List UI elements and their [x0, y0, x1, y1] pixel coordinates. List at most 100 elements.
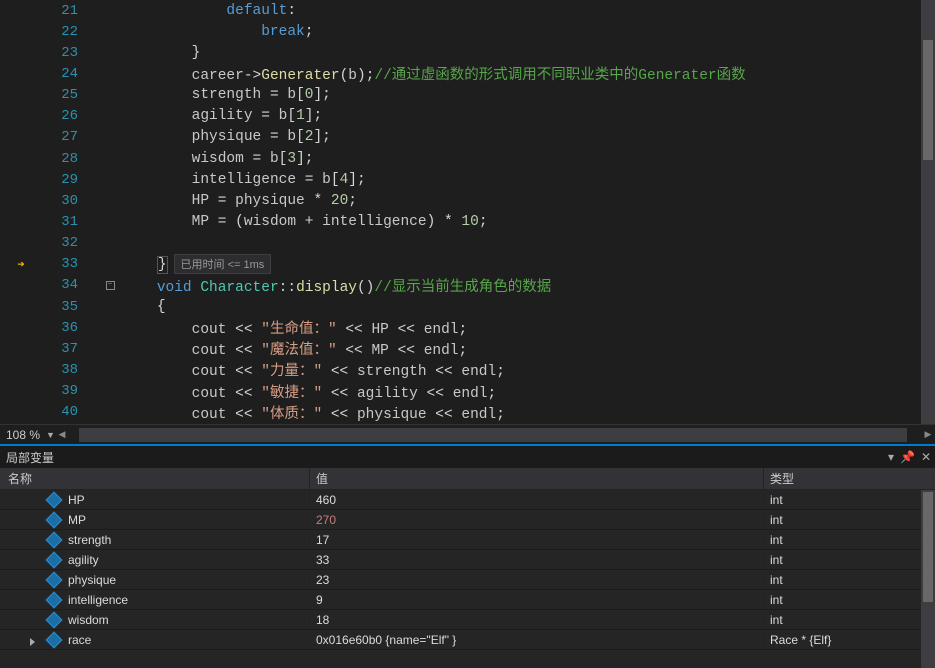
- editor-status-bar: 108 % ▼ ◀ ▶: [0, 424, 935, 444]
- code-text[interactable]: }已用时间 <= 1ms: [118, 254, 271, 274]
- code-text[interactable]: strength = b[0];: [118, 87, 331, 103]
- hscroll-right-icon[interactable]: ▶: [921, 428, 935, 442]
- code-text[interactable]: {: [118, 299, 166, 315]
- variable-value[interactable]: 23: [316, 573, 329, 587]
- line-number: 36: [42, 320, 92, 336]
- variable-value[interactable]: 17: [316, 533, 329, 547]
- code-text[interactable]: wisdom = b[3];: [118, 151, 313, 167]
- variable-type: Race * {Elf}: [770, 633, 831, 647]
- line-number: 24: [42, 66, 92, 82]
- code-line[interactable]: 27 physique = b[2];: [0, 127, 935, 148]
- locals-title-bar[interactable]: 局部变量 ▾ 📌 ✕: [0, 446, 935, 468]
- code-text[interactable]: cout << "力量：" << strength << endl;: [118, 359, 505, 380]
- code-line[interactable]: 35 {: [0, 296, 935, 317]
- code-line[interactable]: 29 intelligence = b[4];: [0, 169, 935, 190]
- code-line[interactable]: ➔33 }已用时间 <= 1ms: [0, 254, 935, 275]
- code-text[interactable]: break;: [118, 24, 313, 40]
- code-line[interactable]: 39 cout << "敏捷：" << agility << endl;: [0, 381, 935, 402]
- line-number: 25: [42, 87, 92, 103]
- code-text[interactable]: career->Generater(b);//通过虚函数的形式调用不同职业类中的…: [118, 63, 746, 84]
- code-text[interactable]: cout << "敏捷：" << agility << endl;: [118, 381, 496, 402]
- variable-icon: [46, 591, 63, 608]
- line-number: 35: [42, 299, 92, 315]
- code-line[interactable]: 32: [0, 233, 935, 254]
- code-line[interactable]: 30 HP = physique * 20;: [0, 190, 935, 211]
- editor-horizontal-scrollbar[interactable]: [79, 428, 907, 442]
- code-editor[interactable]: 21 default:22 break;23 }24 career->Gener…: [0, 0, 935, 424]
- code-text[interactable]: }: [118, 45, 200, 61]
- locals-row[interactable]: MP 270 int: [0, 510, 935, 530]
- code-line[interactable]: 28 wisdom = b[3];: [0, 148, 935, 169]
- variable-type: int: [770, 513, 783, 527]
- variable-icon: [46, 531, 63, 548]
- code-line[interactable]: 22 break;: [0, 21, 935, 42]
- variable-icon: [46, 571, 63, 588]
- variable-name: wisdom: [68, 613, 109, 627]
- code-text[interactable]: intelligence = b[4];: [118, 172, 366, 188]
- variable-name: MP: [68, 513, 86, 527]
- line-number: 29: [42, 172, 92, 188]
- variable-icon: [46, 551, 63, 568]
- variable-icon: [46, 631, 63, 648]
- variable-type: int: [770, 573, 783, 587]
- variable-value[interactable]: 33: [316, 553, 329, 567]
- window-dropdown-icon[interactable]: ▾: [888, 450, 894, 464]
- locals-row[interactable]: wisdom18int: [0, 610, 935, 630]
- line-number: 40: [42, 404, 92, 420]
- locals-header-value[interactable]: 值: [310, 468, 764, 489]
- code-text[interactable]: cout << "体质：" << physique << endl;: [118, 402, 505, 423]
- code-text[interactable]: agility = b[1];: [118, 108, 322, 124]
- editor-vertical-scrollbar[interactable]: [921, 0, 935, 424]
- code-line[interactable]: 31 MP = (wisdom + intelligence) * 10;: [0, 211, 935, 232]
- locals-title-text: 局部变量: [6, 449, 54, 466]
- code-line[interactable]: 23 }: [0, 42, 935, 63]
- code-line[interactable]: 38 cout << "力量：" << strength << endl;: [0, 359, 935, 380]
- pin-icon[interactable]: 📌: [900, 450, 915, 464]
- locals-row[interactable]: agility33int: [0, 550, 935, 570]
- hscroll-left-icon[interactable]: ◀: [55, 428, 69, 442]
- variable-value[interactable]: 9: [316, 593, 323, 607]
- locals-vertical-scrollbar[interactable]: [921, 490, 935, 668]
- zoom-level[interactable]: 108 %: [6, 428, 40, 442]
- code-text[interactable]: cout << "魔法值：" << MP << endl;: [118, 338, 467, 359]
- expand-icon[interactable]: [30, 638, 35, 646]
- code-line[interactable]: 40 cout << "体质：" << physique << endl;: [0, 402, 935, 423]
- locals-header-type[interactable]: 类型: [764, 468, 935, 489]
- locals-row[interactable]: physique23int: [0, 570, 935, 590]
- code-line[interactable]: 24 career->Generater(b);//通过虚函数的形式调用不同职业…: [0, 63, 935, 84]
- code-line[interactable]: 21 default:: [0, 0, 935, 21]
- line-number: 37: [42, 341, 92, 357]
- variable-icon: [46, 511, 63, 528]
- fold-toggle-icon[interactable]: −: [106, 281, 115, 290]
- line-number: 38: [42, 362, 92, 378]
- locals-row[interactable]: HP460int: [0, 490, 935, 510]
- code-line[interactable]: 34− void Character::display()//显示当前生成角色的…: [0, 275, 935, 296]
- locals-row[interactable]: race0x016e60b0 {name="Elf" }Race * {Elf}: [0, 630, 935, 650]
- code-text[interactable]: void Character::display()//显示当前生成角色的数据: [118, 275, 551, 296]
- variable-value[interactable]: 460: [316, 493, 336, 507]
- variable-value[interactable]: 18: [316, 613, 329, 627]
- variable-type: int: [770, 593, 783, 607]
- code-line[interactable]: 36 cout << "生命值：" << HP << endl;: [0, 317, 935, 338]
- close-icon[interactable]: ✕: [921, 450, 931, 464]
- variable-name: strength: [68, 533, 111, 547]
- variable-value[interactable]: 270: [316, 513, 336, 527]
- variable-value[interactable]: 0x016e60b0 {name="Elf" }: [316, 633, 456, 647]
- locals-row[interactable]: strength17int: [0, 530, 935, 550]
- zoom-dropdown-icon[interactable]: ▼: [46, 430, 55, 440]
- code-line[interactable]: 26 agility = b[1];: [0, 106, 935, 127]
- code-text[interactable]: physique = b[2];: [118, 129, 331, 145]
- code-line[interactable]: 37 cout << "魔法值：" << MP << endl;: [0, 338, 935, 359]
- code-text[interactable]: default:: [118, 3, 296, 19]
- line-number: 26: [42, 108, 92, 124]
- locals-header-name[interactable]: 名称: [0, 468, 310, 489]
- locals-row[interactable]: intelligence9int: [0, 590, 935, 610]
- perf-hint[interactable]: 已用时间 <= 1ms: [174, 254, 272, 274]
- variable-name: agility: [68, 553, 99, 567]
- code-text[interactable]: MP = (wisdom + intelligence) * 10;: [118, 214, 488, 230]
- code-text[interactable]: HP = physique * 20;: [118, 193, 357, 209]
- variable-type: int: [770, 493, 783, 507]
- line-number: 28: [42, 151, 92, 167]
- code-text[interactable]: cout << "生命值：" << HP << endl;: [118, 317, 467, 338]
- code-line[interactable]: 25 strength = b[0];: [0, 85, 935, 106]
